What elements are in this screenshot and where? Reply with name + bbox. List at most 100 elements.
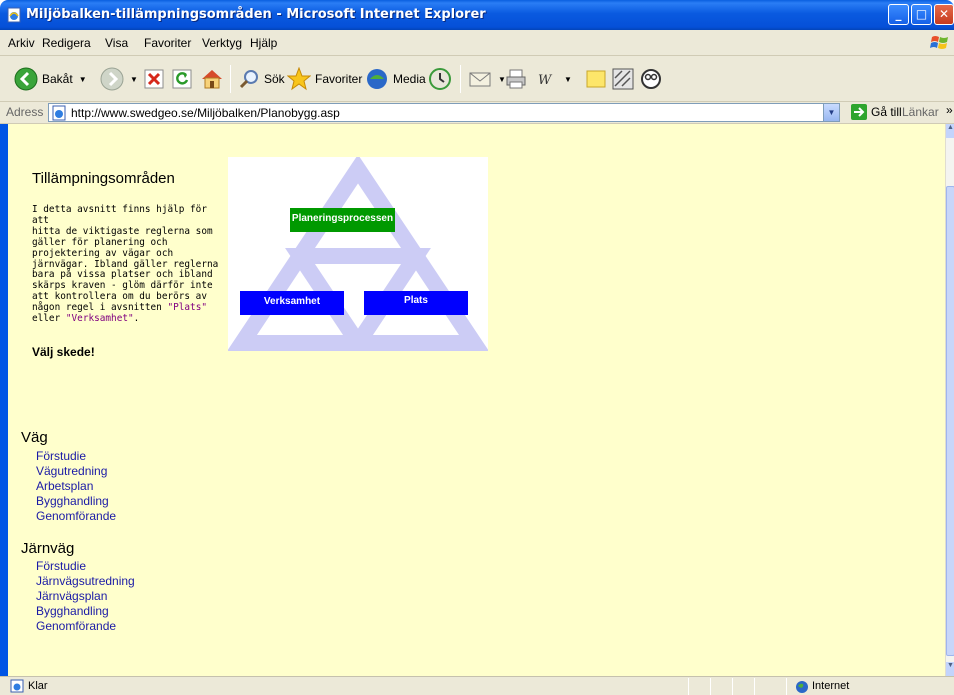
place-button[interactable]: Plats [364,291,468,315]
print-icon [506,69,526,89]
menu-file[interactable]: Arkiv [8,36,35,50]
scroll-up-arrow-icon[interactable]: ▲ [946,124,954,138]
road-link-implementation[interactable]: Genomförande [36,509,116,523]
print-button[interactable] [505,63,527,95]
triangle-diagram: Planeringsprocessen Verksamhet Plats [228,157,488,351]
address-input[interactable]: http://www.swedgeo.se/Miljöbalken/Planob… [48,103,840,122]
intro-link-plats[interactable]: "Plats" [167,302,207,313]
page-heading: Tillämpningsområden [32,170,175,187]
intro-line: gäller för planering och [32,236,168,248]
refresh-icon [172,69,192,89]
back-label: Bakåt [42,72,73,86]
standard-toolbar: Bakåt ▼ ▼ Sök Favoriter Media ▼ W ▼ [0,56,954,102]
forward-dropdown-icon[interactable]: ▼ [130,75,138,84]
forward-arrow-icon [100,67,124,91]
minimize-button[interactable]: _ [888,4,909,25]
road-link-investigation[interactable]: Vägutredning [36,464,107,478]
stop-icon [144,69,164,89]
intro-link-verksamhet[interactable]: "Verksamhet" [66,313,134,324]
back-arrow-icon [14,67,38,91]
scroll-thumb[interactable] [946,186,954,656]
research-button[interactable] [612,63,634,95]
window-title: Miljöbalken-tillämpningsområden - Micros… [26,7,486,22]
messenger-button[interactable] [640,63,662,95]
media-button[interactable]: Media [365,63,426,95]
content-left-border [0,124,8,676]
menu-view[interactable]: Visa [105,36,128,50]
favorites-label: Favoriter [315,72,363,86]
intro-line: projektering av vägar och [32,247,174,259]
messenger-icon [641,69,661,89]
title-bar[interactable]: Miljöbalken-tillämpningsområden - Micros… [0,0,954,30]
security-zone: Internet [812,680,850,692]
status-separator [732,678,733,695]
links-button[interactable]: Länkar [902,105,939,119]
rail-link-investigation[interactable]: Järnvägsutredning [36,574,135,588]
close-button[interactable]: ✕ [934,4,954,25]
links-chevron-icon[interactable]: » [946,103,953,117]
road-link-prestudy[interactable]: Förstudie [36,449,86,463]
maximize-button[interactable]: □ [911,4,932,25]
page-content: Tillämpningsområden I detta avsnitt finn… [8,124,945,676]
search-icon [239,70,258,89]
windows-flag-icon [930,36,948,49]
media-label: Media [393,72,426,86]
road-heading: Väg [21,429,48,446]
rail-link-implementation[interactable]: Genomförande [36,619,116,633]
toolbar-separator [460,65,461,93]
menu-edit[interactable]: Redigera [42,36,91,50]
address-url: http://www.swedgeo.se/Miljöbalken/Planob… [71,106,340,120]
toolbar-separator [230,65,231,93]
road-link-workplan[interactable]: Arbetsplan [36,479,93,493]
mail-icon [469,72,491,87]
ie-page-icon [7,7,21,23]
intro-period: . [133,313,140,325]
history-icon [429,68,451,90]
menu-help[interactable]: Hjälp [250,36,277,50]
word-edit-button[interactable]: W ▼ [536,63,572,95]
edit-dropdown-icon[interactable]: ▼ [564,75,572,84]
go-button[interactable]: Gå till [850,103,902,121]
scroll-down-arrow-icon[interactable]: ▼ [946,662,954,676]
back-button[interactable]: Bakåt ▼ [14,63,87,95]
mail-button[interactable]: ▼ [468,63,506,95]
svg-text:W: W [538,73,553,88]
address-dropdown-icon[interactable]: ▼ [823,104,839,121]
history-button[interactable] [428,63,452,95]
activity-button[interactable]: Verksamhet [240,291,344,315]
intro-line: eller "Verksamhet". [32,313,224,325]
note-icon [586,70,606,88]
choose-phase-label: Välj skede! [32,345,95,359]
intro-text: I detta avsnitt finns hjälp för att hitt… [32,204,224,325]
status-separator [688,678,689,695]
globe-icon [796,681,808,693]
back-dropdown-icon[interactable]: ▼ [79,75,87,84]
planning-process-button[interactable]: Planeringsprocessen [290,208,395,232]
road-link-construction-docs[interactable]: Bygghandling [36,494,109,508]
refresh-button[interactable] [172,63,192,95]
status-bar: Klar Internet [0,676,954,695]
go-arrow-icon [851,104,867,120]
stop-button[interactable] [144,63,164,95]
home-icon [202,70,222,89]
rail-link-railplan[interactable]: Järnvägsplan [36,589,107,603]
menu-tools[interactable]: Verktyg [202,36,242,50]
vertical-scrollbar[interactable]: ▲ ▼ [945,124,954,676]
address-label: Adress [6,105,44,119]
status-text: Klar [28,680,48,692]
menu-favorites[interactable]: Favoriter [144,36,191,50]
discuss-button[interactable] [585,63,607,95]
menu-bar: Arkiv Redigera Visa Favoriter Verktyg Hj… [0,30,954,56]
page-done-icon [10,679,24,693]
favorites-button[interactable]: Favoriter [287,63,362,95]
page-icon [52,105,66,121]
home-button[interactable] [200,63,224,95]
triangle-graphic [228,157,488,351]
search-button[interactable]: Sök [238,63,285,95]
forward-button[interactable]: ▼ [100,63,138,95]
go-label: Gå till [871,105,902,119]
rail-link-construction-docs[interactable]: Bygghandling [36,604,109,618]
research-icon [612,68,634,90]
rail-link-prestudy[interactable]: Förstudie [36,559,86,573]
status-separator [710,678,711,695]
